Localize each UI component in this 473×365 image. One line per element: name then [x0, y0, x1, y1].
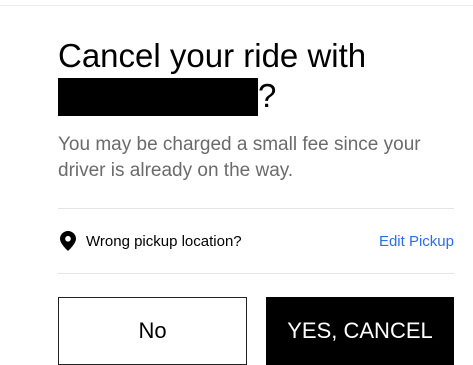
yes-cancel-button-label: YES, CANCEL — [287, 318, 433, 343]
dialog-title: Cancel your ride with ? — [58, 36, 458, 116]
title-question-mark: ? — [258, 77, 277, 114]
no-button-label: No — [138, 318, 167, 343]
redacted-driver-name — [58, 78, 258, 116]
title-line2: ? — [58, 76, 458, 116]
divider-bottom — [58, 273, 454, 274]
no-button[interactable]: No — [58, 297, 247, 365]
top-divider — [0, 5, 473, 6]
edit-pickup-link[interactable]: Edit Pickup — [379, 233, 454, 250]
yes-cancel-button[interactable]: YES, CANCEL — [266, 297, 454, 365]
reason-label: Wrong pickup location? — [86, 232, 242, 250]
cancel-reason-row: Wrong pickup location? Edit Pickup — [58, 226, 454, 256]
title-line1: Cancel your ride with — [58, 37, 367, 74]
location-pin-icon — [60, 231, 76, 251]
fee-warning-text: You may be charged a small fee since you… — [58, 134, 421, 181]
divider-top — [58, 208, 454, 209]
